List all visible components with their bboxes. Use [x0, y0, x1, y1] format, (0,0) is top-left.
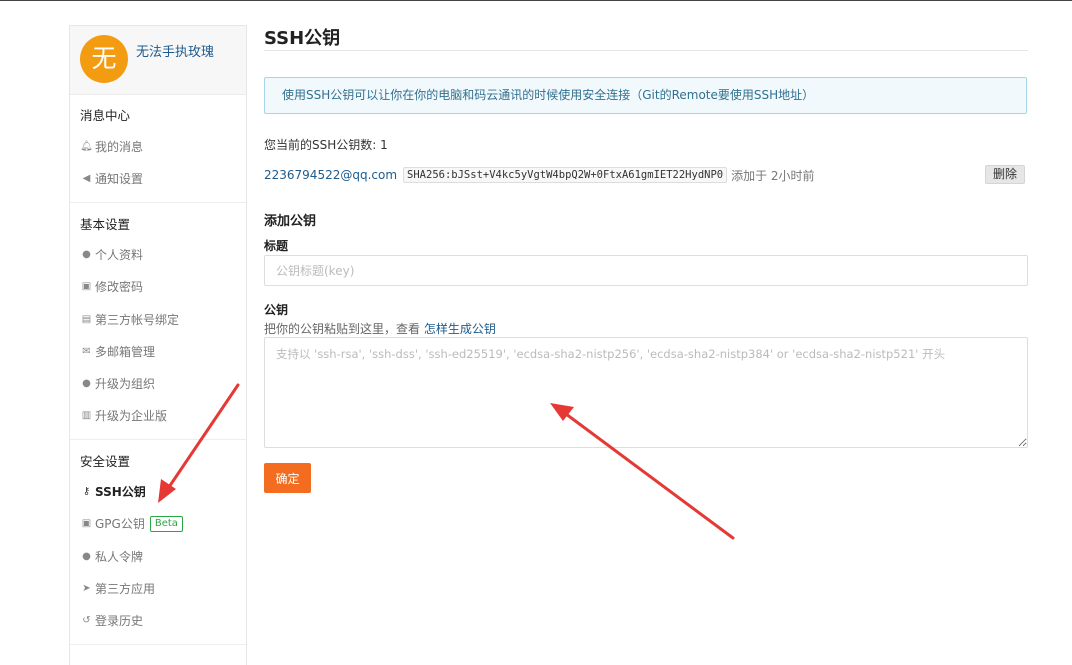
key-email: 2236794522@qq.com: [264, 168, 398, 182]
user-secret-icon: ●: [82, 551, 91, 562]
sidebar-item-upgrade-enterprise[interactable]: ▥ 升级为企业版: [80, 407, 167, 424]
building-icon: ▥: [81, 410, 92, 421]
beta-badge: Beta: [149, 515, 183, 532]
history-icon: ↺: [82, 615, 91, 626]
section-title-security: 安全设置: [80, 454, 131, 469]
title-label: 标题: [264, 239, 289, 253]
ssh-key-entry: 2236794522@qq.com SHA256:bJSst+V4kc5yVgt…: [264, 165, 815, 185]
sidebar-item-ssh-keys[interactable]: ⚷ SSH公钥: [80, 483, 146, 500]
section-title-basic: 基本设置: [80, 217, 131, 232]
bell-icon: 🔔︎: [80, 141, 93, 152]
sidebar-divider: [70, 439, 246, 440]
title-divider: [264, 50, 1028, 51]
sidebar-item-third-party-binding[interactable]: ▤ 第三方帐号绑定: [80, 311, 179, 328]
lock-icon: ▣: [81, 518, 92, 529]
page-title: SSH公钥: [264, 28, 341, 49]
window-top-border: [0, 0, 1072, 1]
key-icon: ⚷: [82, 486, 91, 497]
how-to-generate-key-link[interactable]: 怎样生成公钥: [424, 322, 496, 336]
sidebar-item-notification-settings[interactable]: ◀︎ 通知设置: [80, 170, 143, 187]
public-key-hint: 把你的公钥粘贴到这里，查看 怎样生成公钥: [264, 322, 496, 336]
avatar[interactable]: 无: [80, 35, 128, 83]
sidebar-item-change-password[interactable]: ▣ 修改密码: [80, 278, 143, 295]
user-icon: ●: [82, 249, 91, 260]
public-key-label: 公钥: [264, 303, 289, 317]
rocket-icon: ➤: [82, 583, 91, 594]
volume-icon: ◀︎: [82, 173, 91, 184]
username[interactable]: 无法手执玫瑰: [136, 41, 214, 60]
envelope-icon: ✉︎: [82, 346, 91, 357]
group-icon: ●: [82, 378, 91, 389]
sidebar-item-email-management[interactable]: ✉︎ 多邮箱管理: [80, 343, 155, 360]
sidebar-item-my-messages[interactable]: 🔔︎ 我的消息: [80, 138, 143, 155]
sidebar-item-profile[interactable]: ● 个人资料: [80, 246, 143, 263]
key-fingerprint: SHA256:bJSst+V4kc5yVgtW4bpQ2W+0FtxA61gmI…: [403, 167, 728, 183]
submit-button[interactable]: 确定: [264, 463, 311, 493]
section-title-messages: 消息中心: [80, 108, 131, 123]
sidebar-item-upgrade-organization[interactable]: ● 升级为组织: [80, 375, 155, 392]
sidebar-item-third-party-apps[interactable]: ➤ 第三方应用: [80, 580, 155, 597]
ssh-key-count: 您当前的SSH公钥数: 1: [264, 138, 388, 152]
sidebar-divider: [70, 644, 246, 645]
lock-icon: ▣: [81, 281, 92, 292]
sidebar-item-private-tokens[interactable]: ● 私人令牌: [80, 548, 143, 565]
delete-key-button[interactable]: 删除: [985, 165, 1025, 184]
add-key-heading: 添加公钥: [264, 214, 317, 229]
info-alert: 使用SSH公钥可以让你在你的电脑和码云通讯的时候使用安全连接（Git的Remot…: [264, 77, 1027, 114]
sidebar-divider: [70, 202, 246, 203]
user-profile: 无 无法手执玫瑰: [70, 26, 246, 95]
key-added-time: 添加于 2小时前: [731, 168, 815, 183]
public-key-textarea[interactable]: [264, 337, 1028, 448]
sidebar-item-login-history[interactable]: ↺ 登录历史: [80, 612, 143, 629]
sidebar-item-gpg-keys[interactable]: ▣ GPG公钥 Beta: [80, 515, 183, 532]
settings-sidebar: 无 无法手执玫瑰 消息中心 🔔︎ 我的消息 ◀︎ 通知设置 基本设置 ● 个人资料 ▣…: [69, 25, 247, 665]
key-title-input[interactable]: [264, 255, 1028, 286]
id-card-icon: ▤: [81, 314, 92, 325]
